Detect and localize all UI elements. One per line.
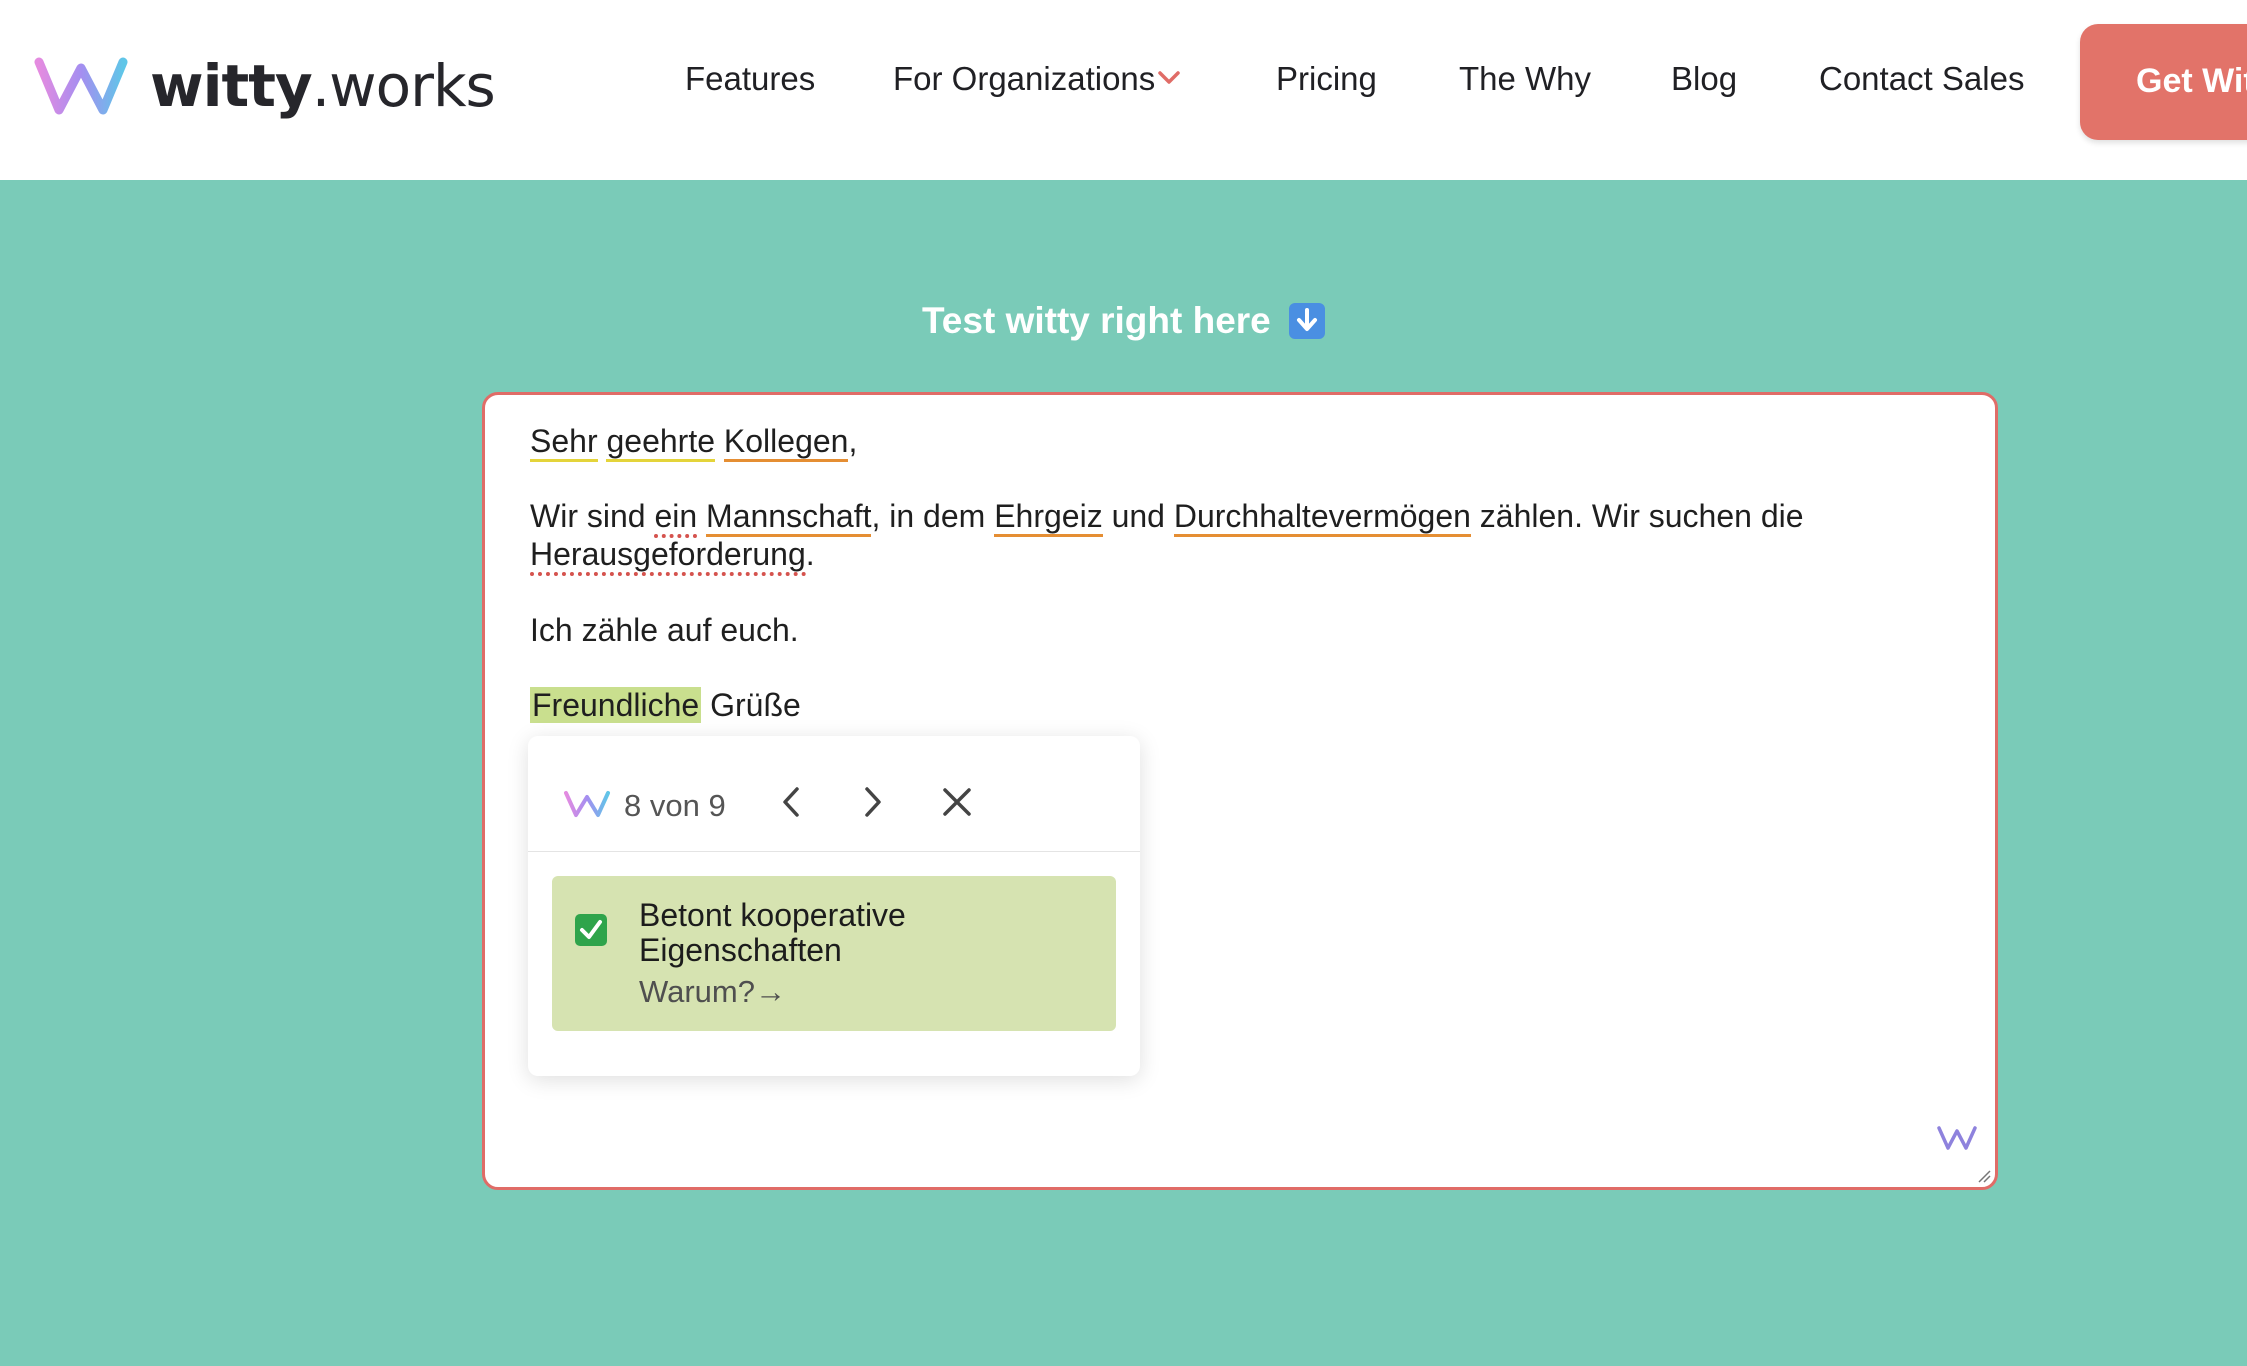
word-freundliche[interactable]: Freundliche — [530, 687, 702, 723]
suggestion-card[interactable]: Betont kooperative Eigenschaften Warum?→ — [552, 876, 1116, 1031]
close-icon[interactable] — [935, 780, 979, 824]
word-ehrgeiz[interactable]: Ehrgeiz — [994, 498, 1103, 537]
word-kollegen[interactable]: Kollegen — [723, 423, 849, 462]
greeting-line: Sehr geehrte Kollegen, — [530, 423, 858, 462]
paragraph-1-line-2: Herausgeforderung. — [530, 536, 815, 576]
text-run: Wir sind — [530, 498, 655, 534]
main-nav: Features For Organizations Pricing The W… — [0, 0, 2247, 166]
get-witty-button[interactable]: Get Witty — [2080, 24, 2247, 140]
nav-the-why[interactable]: The Why — [1459, 60, 1591, 98]
word-herausgeforderung[interactable]: Herausgeforderung — [530, 536, 806, 576]
paragraph-2: Ich zähle auf euch. — [530, 612, 799, 648]
word-durchhaltevermoegen[interactable]: Durchhaltevermögen — [1173, 498, 1471, 537]
resize-handle-icon[interactable] — [1977, 1169, 1991, 1183]
nav-features[interactable]: Features — [685, 60, 815, 98]
punctuation: . — [805, 536, 815, 572]
site-header: witty.works Features For Organizations P… — [0, 0, 2247, 180]
closing-line: Freundliche Grüße — [530, 687, 801, 724]
suggestion-title: Betont kooperative Eigenschaften — [639, 897, 906, 968]
word-geehrte[interactable]: geehrte — [606, 423, 716, 462]
witty-logo-icon — [564, 791, 610, 817]
nav-contact-sales[interactable]: Contact Sales — [1819, 60, 2024, 98]
chevron-right-icon[interactable] — [850, 780, 894, 824]
nav-blog[interactable]: Blog — [1671, 60, 1737, 98]
arrow-down-icon — [1289, 303, 1326, 339]
text-run: zählen. Wir suchen die — [1470, 498, 1804, 534]
witty-logo-icon[interactable] — [1935, 1123, 1979, 1153]
punctuation: , — [848, 423, 858, 459]
nav-for-organizations[interactable]: For Organizations — [893, 60, 1155, 98]
text-run: , in dem — [871, 498, 995, 534]
suggestion-popup: 8 von 9 Betont kooperative Eigenschaften… — [528, 736, 1140, 1076]
hero-title-text: Test witty right here — [921, 300, 1271, 341]
checkmark-icon — [575, 914, 607, 946]
word-mannschaft[interactable]: Mannschaft — [706, 498, 872, 537]
text-run — [697, 498, 706, 534]
chevron-down-icon[interactable] — [1157, 70, 1181, 86]
why-link[interactable]: Warum?→ — [639, 974, 786, 1010]
nav-pricing[interactable]: Pricing — [1276, 60, 1377, 98]
text-run: und — [1102, 498, 1174, 534]
popup-header: 8 von 9 — [528, 736, 1140, 852]
word-ein[interactable]: ein — [654, 498, 698, 538]
word-sehr[interactable]: Sehr — [530, 423, 598, 462]
word-gruesse: Grüße — [701, 687, 801, 723]
paragraph-1-line-1: Wir sind ein Mannschaft, in dem Ehrgeiz … — [530, 498, 1804, 538]
suggestion-counter: 8 von 9 — [624, 788, 726, 823]
chevron-left-icon[interactable] — [770, 780, 814, 824]
hero-title: Test witty right here — [0, 300, 2247, 342]
